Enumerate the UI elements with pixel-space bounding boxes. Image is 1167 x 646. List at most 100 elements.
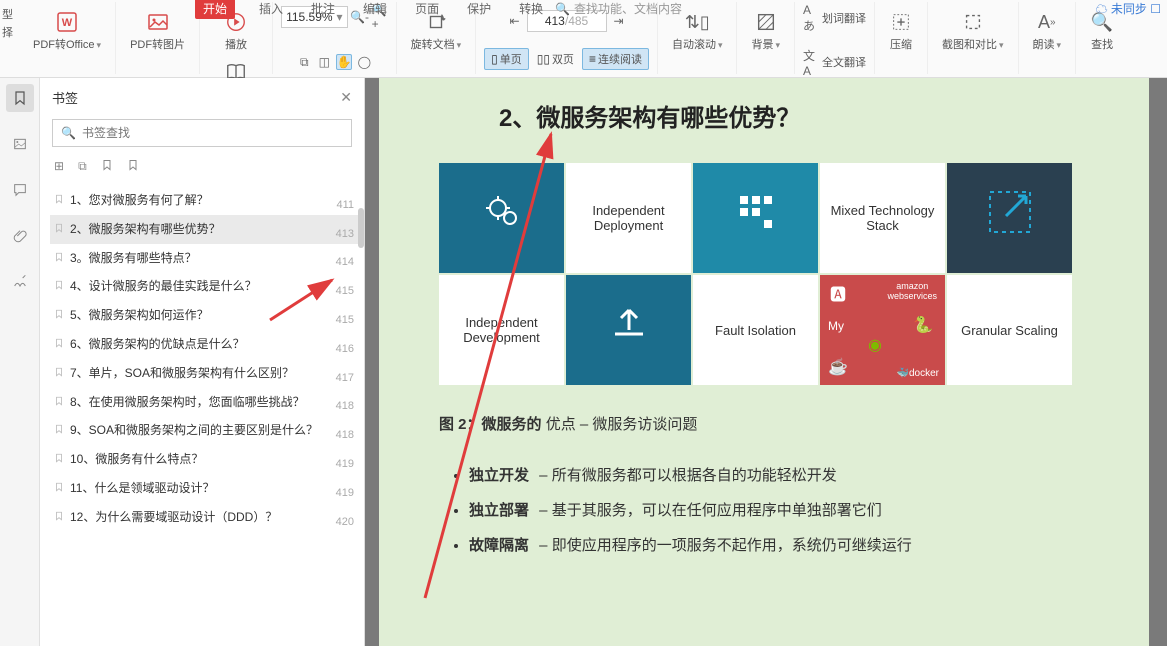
bookmark-item[interactable]: 12、为什么需要域驱动设计（DDD）？420 bbox=[50, 503, 358, 532]
select-tool[interactable]: 型 择 bbox=[0, 2, 19, 44]
bookmark-page: 420 bbox=[336, 516, 354, 528]
gears-icon bbox=[478, 188, 526, 245]
aws-icon: amazonwebservices bbox=[887, 281, 937, 301]
list-item: 独立部署 – 基于其服务，可以在任何应用程序中单独部署它们 bbox=[469, 499, 1109, 520]
double-page-button[interactable]: ▯▯双页 bbox=[537, 51, 574, 67]
screenshot-button[interactable]: 截图和对比 bbox=[936, 6, 1010, 56]
bookmark-icon bbox=[54, 395, 64, 409]
docker-icon: 🐳docker bbox=[897, 368, 939, 379]
sync-status[interactable]: ☁ 未同步 ☐ bbox=[1096, 0, 1161, 17]
bookmark-item[interactable]: 2、微服务架构有哪些优势？413 bbox=[50, 215, 358, 244]
tab-start[interactable]: 开始 bbox=[195, 0, 235, 19]
bookmark-item[interactable]: 1、您对微服务有何了解？411 bbox=[50, 186, 358, 215]
bookmark-icon bbox=[54, 510, 64, 524]
bullet-list: 独立开发 – 所有微服务都可以根据各自的功能轻松开发独立部署 – 基于其服务，可… bbox=[439, 464, 1109, 555]
spring-icon: ◉ bbox=[868, 335, 882, 355]
single-page-button[interactable]: ▯单页 bbox=[484, 48, 529, 70]
full-translate-icon: 文A bbox=[803, 54, 819, 70]
bookmark-icon bbox=[54, 308, 64, 322]
word-icon: W bbox=[55, 10, 79, 34]
pdf-page: 2、微服务架构有哪些优势？ Independent Deployment Mix… bbox=[379, 78, 1149, 646]
bookmark-item[interactable]: 7、单片，SOA和微服务架构有什么区别？417 bbox=[50, 359, 358, 388]
document-area[interactable]: 2、微服务架构有哪些优势？ Independent Deployment Mix… bbox=[365, 78, 1167, 646]
list-item: 独立开发 – 所有微服务都可以根据各自的功能轻松开发 bbox=[469, 464, 1109, 485]
bookmark-page: 416 bbox=[336, 343, 354, 355]
bookmark-page: 415 bbox=[336, 285, 354, 297]
tab-protect[interactable]: 保护 bbox=[463, 0, 495, 19]
bookmark-panel-icon[interactable] bbox=[6, 84, 34, 112]
bookmark-search-input[interactable] bbox=[82, 126, 343, 140]
mysql-icon: My bbox=[828, 319, 844, 333]
bookmark-page: 419 bbox=[336, 487, 354, 499]
bookmark-page: 418 bbox=[336, 429, 354, 441]
bookmark-label: 5、微服务架构如何运作？ bbox=[70, 307, 354, 324]
bookmark-item[interactable]: 6、微服务架构的优缺点是什么？416 bbox=[50, 330, 358, 359]
scale-icon bbox=[982, 184, 1038, 249]
read-aloud-button[interactable]: A» 朗读 bbox=[1027, 6, 1068, 56]
background-icon bbox=[754, 10, 778, 34]
bookmark-icon bbox=[54, 251, 64, 265]
word-translate-button[interactable]: Aあ 划词翻译 bbox=[803, 10, 866, 26]
diagram-cell-indep-dev: Independent Development bbox=[439, 275, 564, 385]
sidebar-title: 书签 bbox=[52, 88, 78, 107]
pdf-to-image-button[interactable]: PDF转图片 bbox=[124, 6, 191, 56]
bookmark-label: 3。微服务有哪些特点？ bbox=[70, 250, 354, 267]
background-button[interactable]: 背景 bbox=[745, 6, 786, 56]
bookmark-search[interactable]: 🔍 bbox=[52, 119, 352, 147]
compress-icon bbox=[889, 10, 913, 34]
bookmark-item[interactable]: 4、设计微服务的最佳实践是什么？415 bbox=[50, 272, 358, 301]
pdf-to-office-button[interactable]: W PDF转Office bbox=[27, 6, 107, 56]
top-search[interactable]: 🔍 查找功能、文档内容 bbox=[555, 0, 682, 17]
tab-insert[interactable]: 插入 bbox=[255, 0, 287, 19]
comment-panel-icon[interactable] bbox=[6, 176, 34, 204]
tab-page[interactable]: 页面 bbox=[411, 0, 443, 19]
bookmark-tool-icon[interactable] bbox=[101, 159, 113, 174]
thumbnail-panel-icon[interactable] bbox=[6, 130, 34, 158]
sidebar-close-icon[interactable]: ✕ bbox=[340, 89, 352, 106]
java-icon: ☕ bbox=[828, 357, 848, 377]
bookmark-label: 4、设计微服务的最佳实践是什么？ bbox=[70, 278, 354, 295]
tab-convert[interactable]: 转换 bbox=[515, 0, 547, 19]
hand-tool-icon[interactable]: ✋ bbox=[336, 54, 352, 70]
select-text-icon[interactable]: ◯ bbox=[356, 54, 372, 70]
advantages-diagram: Independent Deployment Mixed Technology … bbox=[439, 163, 1109, 385]
scrollbar-thumb[interactable] bbox=[358, 208, 364, 248]
bookmark-list: 1、您对微服务有何了解？4112、微服务架构有哪些优势？4133。微服务有哪些特… bbox=[40, 182, 364, 646]
continuous-button[interactable]: ≡连续阅读 bbox=[582, 48, 649, 70]
bookmark-item[interactable]: 3。微服务有哪些特点？414 bbox=[50, 244, 358, 273]
search-icon: 🔍 bbox=[61, 126, 76, 140]
svg-text:W: W bbox=[62, 17, 73, 29]
bookmark-sidebar: 书签 ✕ 🔍 ⊞ ⧉ 1、您对微服务有何了解？4112、微服务架构有哪些优势？4… bbox=[40, 78, 365, 646]
fit-page-icon[interactable]: ◫ bbox=[316, 54, 332, 70]
tab-comment[interactable]: 批注 bbox=[307, 0, 339, 19]
bookmark-item[interactable]: 10、微服务有什么特点？419 bbox=[50, 445, 358, 474]
page-heading: 2、微服务架构有哪些优势？ bbox=[499, 98, 1109, 133]
add-bookmark-icon[interactable]: ⊞ bbox=[54, 159, 64, 174]
image-icon bbox=[146, 10, 170, 34]
bookmark-icon bbox=[54, 452, 64, 466]
single-page-icon: ▯ bbox=[491, 52, 498, 66]
bookmark-item[interactable]: 8、在使用微服务架构时，您面临哪些挑战？418 bbox=[50, 388, 358, 417]
top-search-placeholder: 查找功能、文档内容 bbox=[574, 0, 682, 17]
compress-button[interactable]: 压缩 bbox=[883, 6, 919, 56]
bookmark-icon bbox=[54, 481, 64, 495]
crop-icon bbox=[961, 10, 985, 34]
bookmark-label: 7、单片，SOA和微服务架构有什么区别？ bbox=[70, 365, 354, 382]
bookmark-label: 11、什么是领域驱动设计？ bbox=[70, 480, 354, 497]
search-icon: 🔍 bbox=[555, 2, 570, 16]
bookmark-item[interactable]: 11、什么是领域驱动设计？419 bbox=[50, 474, 358, 503]
signature-panel-icon[interactable] bbox=[6, 268, 34, 296]
full-translate-button[interactable]: 文A 全文翻译 bbox=[803, 54, 866, 70]
fit-width-icon[interactable]: ⧉ bbox=[296, 54, 312, 70]
attachment-panel-icon[interactable] bbox=[6, 222, 34, 250]
bookmark-icon bbox=[54, 222, 64, 236]
diagram-cell-mixed-tech: Mixed Technology Stack bbox=[820, 163, 945, 273]
bookmark-item[interactable]: 9、SOA和微服务架构之间的主要区别是什么？418 bbox=[50, 416, 358, 445]
bookmark-item[interactable]: 5、微服务架构如何运作？415 bbox=[50, 301, 358, 330]
add-sub-bookmark-icon[interactable]: ⧉ bbox=[78, 159, 87, 174]
bookmark-tool2-icon[interactable] bbox=[127, 159, 139, 174]
bookmark-page: 418 bbox=[336, 400, 354, 412]
tab-edit[interactable]: 编辑 bbox=[359, 0, 391, 19]
bookmark-page: 413 bbox=[336, 228, 354, 240]
diagram-cell-gears bbox=[439, 163, 564, 273]
